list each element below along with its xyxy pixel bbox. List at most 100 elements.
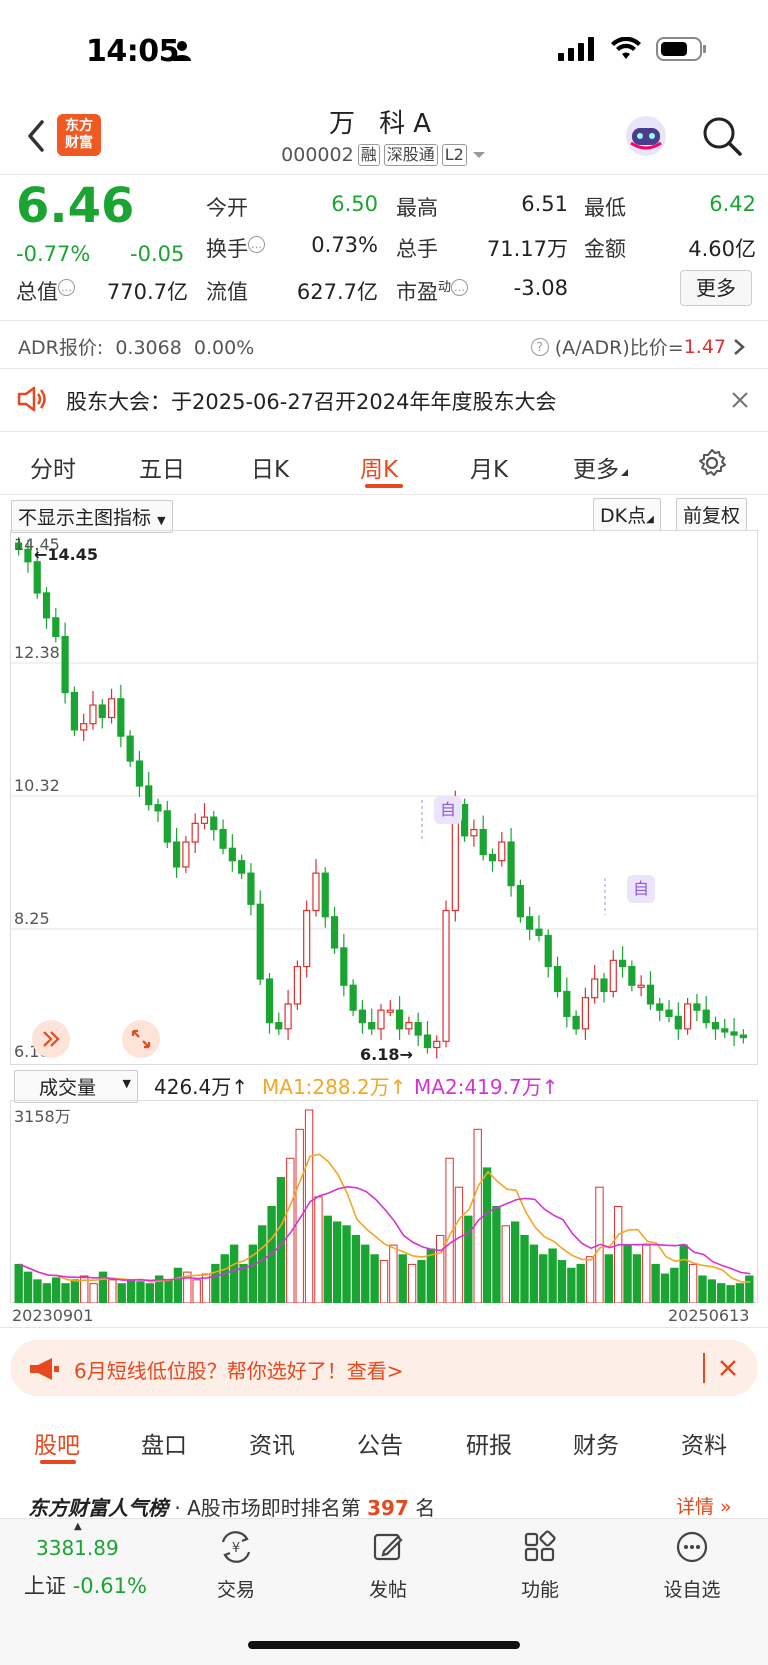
candle-body: [340, 947, 348, 986]
subtab-research[interactable]: 研报: [466, 1426, 512, 1460]
wifi-icon: [611, 37, 641, 59]
volume-chart[interactable]: [10, 1100, 758, 1303]
y-tick-3: 10.32: [14, 776, 60, 795]
candle-body: [739, 1034, 747, 1039]
volume-bar: [417, 1260, 426, 1303]
trade-icon: ¥: [221, 1531, 251, 1563]
dk-point-button[interactable]: DK点◢: [593, 498, 661, 531]
tab-monthly-k[interactable]: 月K: [470, 450, 508, 484]
edit-icon: [373, 1533, 403, 1561]
volume-bar: [557, 1260, 567, 1303]
candle-body: [461, 804, 469, 837]
volume-bar: [220, 1254, 229, 1303]
chevron-right-icon: [734, 338, 745, 355]
volume-bar: [464, 1215, 473, 1303]
nav-functions[interactable]: 功能: [485, 1530, 595, 1602]
robot-assistant-icon[interactable]: [623, 113, 669, 159]
info-icon[interactable]: …: [248, 236, 265, 253]
adjust-button[interactable]: 前复权: [676, 498, 748, 531]
candle-body: [52, 617, 60, 638]
volume-bar: [351, 1234, 361, 1303]
volume-bar: [23, 1271, 33, 1303]
volume-bar: [314, 1196, 323, 1303]
subtab-guba[interactable]: 股吧: [34, 1426, 80, 1460]
volume-value: 71.17万: [486, 237, 568, 261]
volume-bar: [576, 1263, 585, 1303]
tab-weekly-k[interactable]: 周K: [360, 450, 398, 484]
auto-mark-2[interactable]: 自: [627, 875, 655, 903]
amount-label: 金额: [584, 237, 626, 261]
notice-text[interactable]: 股东大会：于2025-06-27召开2024年年度股东大会: [66, 386, 556, 416]
tab-more[interactable]: 更多: [573, 450, 629, 484]
volume-bar: [229, 1244, 239, 1303]
main-indicator-select[interactable]: 不显示主图指标 ▼: [11, 500, 173, 533]
candle-body: [330, 916, 339, 949]
candle-body: [284, 1003, 292, 1030]
close-notice-icon[interactable]: [730, 390, 750, 414]
candle-body: [163, 810, 171, 843]
volume-bar: [492, 1206, 501, 1303]
candle-body: [609, 959, 617, 993]
volume-bar: [670, 1267, 679, 1303]
candle-body: [470, 828, 478, 837]
change-amount: -0.05: [130, 242, 185, 266]
auto-mark-1[interactable]: 自: [434, 796, 462, 824]
nav-watchlist[interactable]: 设自选: [637, 1530, 747, 1602]
caret-icon: [621, 469, 628, 476]
candle-body: [126, 735, 134, 762]
pe-value: -3.08: [513, 276, 568, 300]
chart-frame: [10, 530, 758, 1065]
help-icon[interactable]: ?: [530, 337, 549, 356]
volume-bar: [510, 1221, 520, 1303]
promo-text[interactable]: 6月短线低位股？帮你选好了！查看>: [74, 1355, 403, 1384]
expand-left-icon[interactable]: [32, 1020, 70, 1058]
index-change[interactable]: 上证 -0.61%: [24, 1570, 147, 1600]
candle-body: [191, 822, 199, 843]
rank-detail-link[interactable]: 详情 »: [676, 1492, 732, 1519]
tab-daily-k[interactable]: 日K: [251, 450, 289, 484]
open-label: 今开: [206, 196, 248, 220]
y-tick-4: 8.25: [14, 909, 50, 928]
candle-body: [61, 635, 69, 694]
volume-bar: [501, 1225, 510, 1303]
date-end: 20250613: [668, 1306, 750, 1325]
index-value[interactable]: 3381.89: [36, 1536, 119, 1560]
volume-bar: [735, 1283, 745, 1303]
more-button[interactable]: 更多: [680, 270, 752, 306]
home-indicator: [248, 1641, 520, 1649]
adr-ratio[interactable]: ? (A/ADR)比价= 1.47: [530, 333, 746, 360]
nav-trade[interactable]: ¥ 交易: [181, 1530, 291, 1602]
candle-body: [442, 909, 450, 1042]
info-icon[interactable]: …: [58, 279, 75, 296]
candle-body: [414, 1022, 422, 1036]
candle-body: [572, 1015, 580, 1030]
search-icon[interactable]: [700, 114, 744, 158]
subtab-announcements[interactable]: 公告: [357, 1426, 403, 1460]
candle-body: [228, 847, 236, 862]
tab-five-day[interactable]: 五日: [139, 450, 185, 484]
candlestick-chart[interactable]: [10, 530, 758, 1065]
info-icon[interactable]: …: [451, 279, 469, 296]
settings-gear-icon[interactable]: [697, 448, 727, 482]
turnover-value: 0.73%: [311, 233, 378, 257]
subtab-profile[interactable]: 资料: [681, 1426, 727, 1460]
volume-indicator-select[interactable]: 成交量 ▼: [14, 1070, 138, 1103]
candle-body: [637, 984, 645, 988]
low-value: 6.42: [709, 192, 756, 216]
close-promo-icon[interactable]: [718, 1358, 738, 1382]
fullscreen-icon[interactable]: [122, 1020, 160, 1058]
volume-bar: [33, 1279, 42, 1303]
tab-intraday[interactable]: 分时: [30, 450, 76, 484]
volume-bar: [726, 1285, 735, 1303]
volume-bar: [342, 1225, 351, 1303]
nav-post[interactable]: 发帖: [333, 1530, 443, 1602]
volume-bar: [632, 1254, 642, 1303]
subtab-pankou[interactable]: 盘口: [141, 1426, 187, 1460]
subtab-finance[interactable]: 财务: [573, 1426, 619, 1460]
volume-bar: [613, 1206, 623, 1303]
volume-bar: [529, 1244, 539, 1303]
subtab-news[interactable]: 资讯: [249, 1426, 295, 1460]
volume-bar: [407, 1263, 417, 1303]
popularity-rank[interactable]: 东方财富人气榜 · A股市场即时排名第 397 名: [28, 1492, 435, 1521]
volume-bar: [70, 1279, 80, 1303]
